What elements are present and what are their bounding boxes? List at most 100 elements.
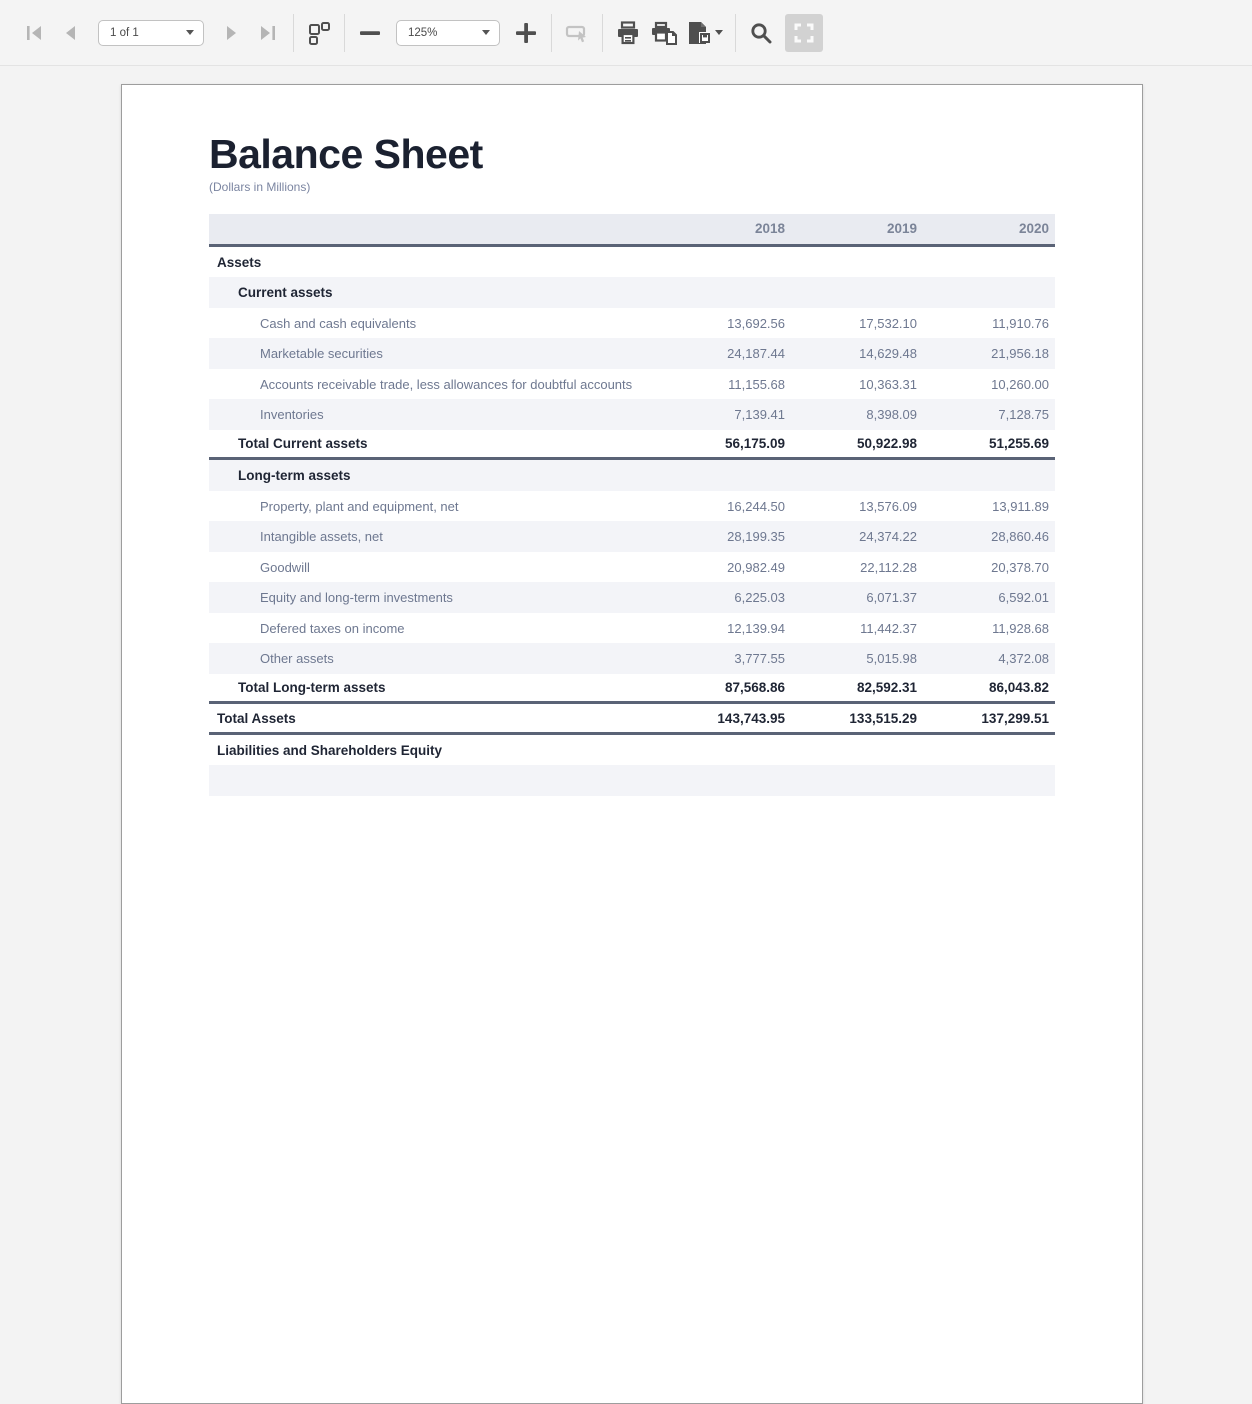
row-value: 86,043.82 [923, 680, 1055, 695]
row-label: Equity and long-term investments [209, 590, 659, 605]
export-button[interactable] [682, 15, 728, 51]
table-row: Accounts receivable trade, less allowanc… [209, 369, 1055, 400]
previous-page-icon [59, 22, 81, 44]
full-screen-button[interactable] [785, 14, 823, 52]
row-value: 14,629.48 [791, 346, 923, 361]
toolbar-separator [602, 14, 603, 52]
row-value: 6,071.37 [791, 590, 923, 605]
row-label: Liabilities and Shareholders Equity [209, 743, 659, 758]
row-label: Current assets [209, 285, 659, 300]
row-value: 8,398.09 [791, 407, 923, 422]
row-value: 50,922.98 [791, 436, 923, 451]
report-subtitle: (Dollars in Millions) [209, 180, 1053, 194]
row-value: 51,255.69 [923, 436, 1055, 451]
print-page-button[interactable] [646, 15, 682, 51]
table-row: Property, plant and equipment, net16,244… [209, 491, 1055, 522]
highlight-editing-fields-icon [564, 20, 590, 46]
row-label: Inventories [209, 407, 659, 422]
table-row: Defered taxes on income12,139.9411,442.3… [209, 613, 1055, 644]
zoom-out-button[interactable] [352, 15, 388, 51]
table-row: Intangible assets, net28,199.3524,374.22… [209, 521, 1055, 552]
viewer-toolbar: 1 of 1 125% [0, 0, 1252, 66]
next-page-icon [221, 22, 243, 44]
report-page: Balance Sheet (Dollars in Millions) 2018… [121, 84, 1143, 1404]
row-value: 56,175.09 [659, 436, 791, 451]
column-header-2019: 2019 [791, 221, 923, 236]
previous-page-button[interactable] [52, 15, 88, 51]
row-label: Cash and cash equivalents [209, 316, 659, 331]
row-value: 137,299.51 [923, 711, 1055, 726]
table-row: Inventories7,139.418,398.097,128.75 [209, 399, 1055, 430]
row-value: 7,139.41 [659, 407, 791, 422]
page-title: Balance Sheet [209, 132, 1053, 178]
last-page-button[interactable] [250, 15, 286, 51]
page-number-combo[interactable]: 1 of 1 [98, 20, 204, 46]
table-row: Goodwill20,982.4922,112.2820,378.70 [209, 552, 1055, 583]
table-row: Cash and cash equivalents13,692.5617,532… [209, 308, 1055, 339]
row-value: 21,956.18 [923, 346, 1055, 361]
row-value: 133,515.29 [791, 711, 923, 726]
row-value: 10,260.00 [923, 377, 1055, 392]
row-value: 20,378.70 [923, 560, 1055, 575]
row-value: 16,244.50 [659, 499, 791, 514]
table-row: Marketable securities24,187.4414,629.482… [209, 338, 1055, 369]
row-value: 10,363.31 [791, 377, 923, 392]
row-value: 13,576.09 [791, 499, 923, 514]
row-label: Marketable securities [209, 346, 659, 361]
row-value: 7,128.75 [923, 407, 1055, 422]
zoom-in-icon [514, 21, 538, 45]
table-row: Total Long-term assets87,568.8682,592.31… [209, 674, 1055, 705]
zoom-level-value: 125% [408, 27, 474, 39]
row-value: 143,743.95 [659, 711, 791, 726]
row-value: 4,372.08 [923, 651, 1055, 666]
row-label: Total Long-term assets [209, 680, 659, 695]
next-page-button[interactable] [214, 15, 250, 51]
row-value: 11,442.37 [791, 621, 923, 636]
row-value: 5,015.98 [791, 651, 923, 666]
row-label: Total Current assets [209, 436, 659, 451]
toolbar-separator [293, 14, 294, 52]
last-page-icon [257, 22, 279, 44]
highlight-editing-fields-button [559, 15, 595, 51]
row-value: 28,199.35 [659, 529, 791, 544]
table-row: Equity and long-term investments6,225.03… [209, 582, 1055, 613]
search-button[interactable] [743, 15, 779, 51]
page-number-value: 1 of 1 [110, 27, 178, 39]
multipage-view-button[interactable] [301, 15, 337, 51]
toolbar-separator [344, 14, 345, 52]
toolbar-separator [735, 14, 736, 52]
table-row: Long-term assets [209, 460, 1055, 491]
row-value: 11,910.76 [923, 316, 1055, 331]
row-label: Property, plant and equipment, net [209, 499, 659, 514]
table-row: Other assets3,777.555,015.984,372.08 [209, 643, 1055, 674]
report-table-body: Assets Current assets Cash and cash equiva… [209, 247, 1055, 796]
row-value: 87,568.86 [659, 680, 791, 695]
print-page-icon [650, 20, 678, 46]
balance-sheet-table: 2018 2019 2020 AssetsCurrent assetsCash … [209, 214, 1055, 796]
row-label: Other assets [209, 651, 659, 666]
column-header-2018: 2018 [659, 221, 791, 236]
print-button[interactable] [610, 15, 646, 51]
row-label: Total Assets [209, 711, 659, 726]
row-value: 20,982.49 [659, 560, 791, 575]
row-value: 12,139.94 [659, 621, 791, 636]
row-value: 28,860.46 [923, 529, 1055, 544]
row-value: 22,112.28 [791, 560, 923, 575]
full-screen-icon [792, 21, 816, 45]
row-value: 11,928.68 [923, 621, 1055, 636]
zoom-in-button[interactable] [508, 15, 544, 51]
zoom-out-icon [358, 21, 382, 45]
row-label: Goodwill [209, 560, 659, 575]
row-label: Intangible assets, net [209, 529, 659, 544]
first-page-button[interactable] [16, 15, 52, 51]
row-label: Defered taxes on income [209, 621, 659, 636]
print-icon [615, 20, 641, 46]
row-label: Assets [209, 255, 659, 270]
row-label: Accounts receivable trade, less allowanc… [209, 377, 659, 392]
chevron-down-icon [482, 30, 490, 35]
row-value: 11,155.68 [659, 377, 791, 392]
zoom-level-combo[interactable]: 125% [396, 20, 500, 46]
row-value: 13,911.89 [923, 499, 1055, 514]
row-value: 6,592.01 [923, 590, 1055, 605]
row-label: Long-term assets [209, 468, 659, 483]
